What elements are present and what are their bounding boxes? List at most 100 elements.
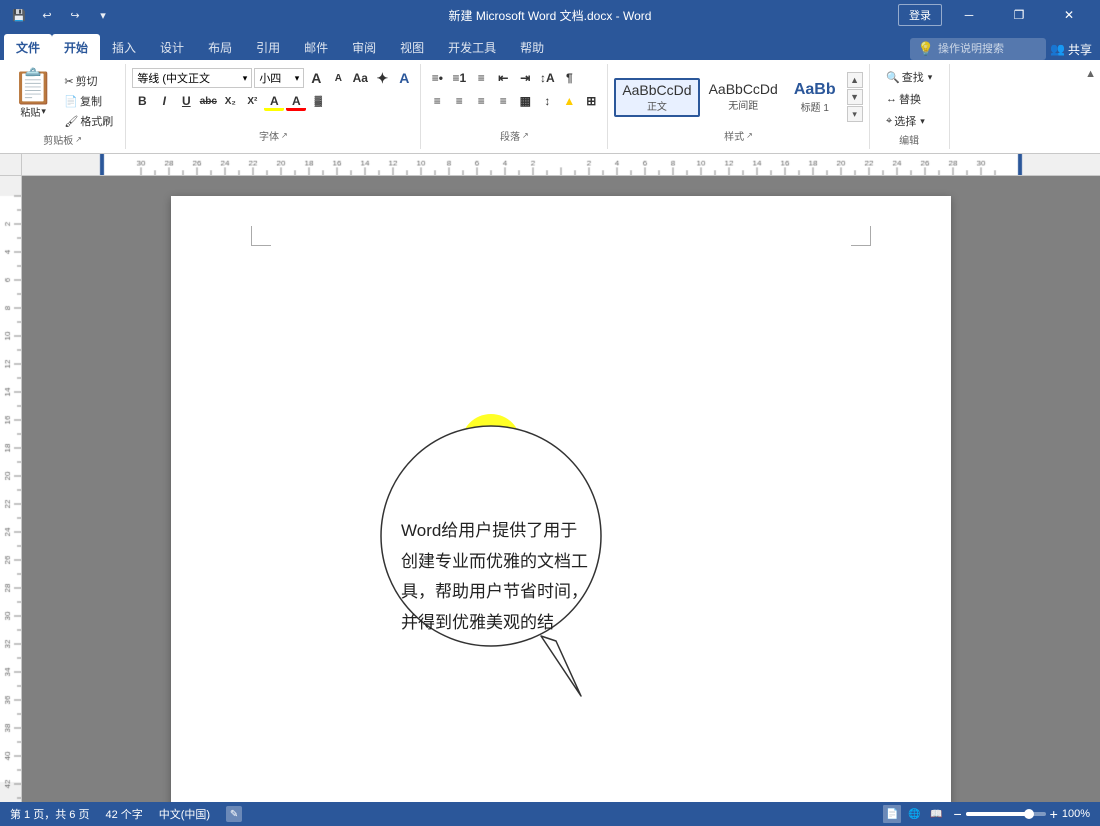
zoom-slider[interactable] [966, 812, 1046, 816]
multilevel-list-button[interactable]: ≡ [471, 68, 491, 88]
change-case-button[interactable]: Aa [350, 68, 370, 88]
font-color-button[interactable]: A [286, 91, 306, 111]
bullets-button[interactable]: ≡• [427, 68, 447, 88]
style-heading1[interactable]: AaBb 标题 1 [787, 78, 843, 117]
font-shrink-button[interactable]: A [328, 68, 348, 88]
paste-button[interactable]: 📋 粘贴 ▾ [8, 68, 58, 121]
clipboard-expand-icon[interactable]: ↗ [75, 135, 82, 144]
tab-mailings[interactable]: 邮件 [292, 34, 340, 60]
tab-review[interactable]: 审阅 [340, 34, 388, 60]
status-bar: 第 1 页，共 6 页 42 个字 中文(中国) ✎ 📄 🌐 📖 − + 100… [0, 802, 1100, 826]
align-center-button[interactable]: ≡ [449, 91, 469, 111]
web-layout-button[interactable]: 🌐 [905, 805, 923, 823]
copy-button[interactable]: 📄 复制 [60, 92, 117, 110]
sort-button[interactable]: ↕A [537, 68, 557, 88]
font-name-dropdown-icon[interactable]: ▾ [243, 73, 248, 84]
font-size-selector[interactable]: 小四 ▾ [254, 68, 304, 88]
styles-more-button[interactable]: ▾ [847, 106, 863, 122]
help-search-input[interactable] [938, 43, 1038, 55]
font-name-selector[interactable]: 等线 (中文正文 ▾ [132, 68, 252, 88]
align-left-button[interactable]: ≡ [427, 91, 447, 111]
login-button[interactable]: 登录 [898, 4, 942, 26]
minimize-button[interactable]: ─ [946, 0, 992, 30]
style-normal-label: 正文 [622, 98, 691, 113]
style-no-spacing[interactable]: AaBbCcDd 无间距 [702, 78, 785, 117]
close-button[interactable]: ✕ [1046, 0, 1092, 30]
help-search-box[interactable]: 💡 [910, 38, 1046, 60]
font-grow-button[interactable]: A [306, 68, 326, 88]
tab-help[interactable]: 帮助 [508, 34, 556, 60]
zoom-in-button[interactable]: + [1050, 806, 1058, 822]
clipboard-group: 📋 粘贴 ▾ ✂ 剪切 📄 复制 🖌 格式刷 [0, 64, 126, 149]
customize-qat-icon[interactable]: ▾ [92, 4, 114, 26]
save-icon[interactable]: 💾 [8, 4, 30, 26]
replace-label: 替换 [899, 91, 921, 107]
increase-indent-button[interactable]: ⇥ [515, 68, 535, 88]
redo-icon[interactable]: ↪ [64, 4, 86, 26]
share-button[interactable]: 👥 共享 [1050, 41, 1092, 58]
styles-scroll-buttons: ▲ ▼ ▾ [847, 72, 863, 122]
style-normal[interactable]: AaBbCcDd 正文 [614, 78, 699, 117]
read-mode-button[interactable]: 📖 [927, 805, 945, 823]
restore-button[interactable]: ❐ [996, 0, 1042, 30]
tab-file[interactable]: 文件 [4, 34, 52, 60]
justify-button[interactable]: ≡ [493, 91, 513, 111]
paragraph-expand-icon[interactable]: ↗ [522, 131, 529, 140]
align-right-button[interactable]: ≡ [471, 91, 491, 111]
cut-button[interactable]: ✂ 剪切 [60, 72, 117, 90]
select-button[interactable]: ⌖ 选择 ▾ [882, 112, 936, 130]
replace-button[interactable]: ↔ 替换 [882, 90, 936, 108]
paste-dropdown-icon[interactable]: ▾ [41, 106, 46, 117]
columns-button[interactable]: ▦ [515, 91, 535, 111]
subscript-button[interactable]: X₂ [220, 91, 240, 111]
paragraph-label: 段落 ↗ [427, 126, 601, 145]
vertical-ruler [0, 176, 22, 802]
tab-developer[interactable]: 开发工具 [436, 34, 508, 60]
highlight-color-button[interactable]: A [264, 91, 284, 111]
line-spacing-button[interactable]: ↕ [537, 91, 557, 111]
italic-button[interactable]: I [154, 91, 174, 111]
text-effect-button[interactable]: A [394, 68, 414, 88]
language: 中文(中国) [159, 806, 210, 822]
clear-format-button[interactable]: ✦ [372, 68, 392, 88]
show-marks-button[interactable]: ¶ [559, 68, 579, 88]
styles-scroll-up-button[interactable]: ▲ [847, 72, 863, 88]
strikethrough-button[interactable]: abc [198, 91, 218, 111]
styles-group: AaBbCcDd 正文 AaBbCcDd 无间距 AaBb 标题 1 ▲ ▼ ▾… [608, 64, 869, 149]
undo-icon[interactable]: ↩ [36, 4, 58, 26]
decrease-indent-button[interactable]: ⇤ [493, 68, 513, 88]
tab-insert[interactable]: 插入 [100, 34, 148, 60]
shading-button[interactable]: ▲ [559, 91, 579, 111]
zoom-out-button[interactable]: − [953, 806, 961, 822]
zoom-slider-thumb [1024, 809, 1034, 819]
font-size-dropdown-icon[interactable]: ▾ [295, 73, 300, 84]
format-painter-button[interactable]: 🖌 格式刷 [60, 112, 117, 130]
find-dropdown-icon[interactable]: ▾ [928, 72, 933, 83]
document-area[interactable]: ↖ Word给用户提供了用于创建专业而优雅的文档工具，帮助用户节省时间，并得到优… [22, 176, 1100, 802]
select-dropdown-icon[interactable]: ▾ [920, 116, 925, 127]
tab-design[interactable]: 设计 [148, 34, 196, 60]
tab-layout[interactable]: 布局 [196, 34, 244, 60]
speech-bubble[interactable]: ↖ Word给用户提供了用于创建专业而优雅的文档工具，帮助用户节省时间，并得到优… [371, 396, 621, 706]
lightbulb-icon: 💡 [918, 41, 934, 57]
tab-references[interactable]: 引用 [244, 34, 292, 60]
borders-button[interactable]: ⊞ [581, 91, 601, 111]
style-no-spacing-preview: AaBbCcDd [709, 81, 778, 97]
copy-label: 复制 [80, 93, 102, 109]
styles-expand-icon[interactable]: ↗ [746, 131, 753, 140]
tab-view[interactable]: 视图 [388, 34, 436, 60]
font-expand-icon[interactable]: ↗ [281, 131, 288, 140]
view-buttons: 📄 🌐 📖 [883, 805, 945, 823]
print-layout-button[interactable]: 📄 [883, 805, 901, 823]
styles-scroll-down-button[interactable]: ▼ [847, 89, 863, 105]
underline-button[interactable]: U [176, 91, 196, 111]
bold-button[interactable]: B [132, 91, 152, 111]
numbering-button[interactable]: ≡1 [449, 68, 469, 88]
document-page[interactable]: ↖ Word给用户提供了用于创建专业而优雅的文档工具，帮助用户节省时间，并得到优… [171, 196, 951, 802]
track-changes-icon[interactable]: ✎ [226, 806, 242, 822]
text-shading-button[interactable]: ▓ [308, 91, 328, 111]
superscript-button[interactable]: X² [242, 91, 262, 111]
find-button[interactable]: 🔍 查找 ▾ [882, 68, 936, 86]
collapse-ribbon-button[interactable]: ▲ [1081, 64, 1100, 149]
tab-home[interactable]: 开始 [52, 34, 100, 60]
